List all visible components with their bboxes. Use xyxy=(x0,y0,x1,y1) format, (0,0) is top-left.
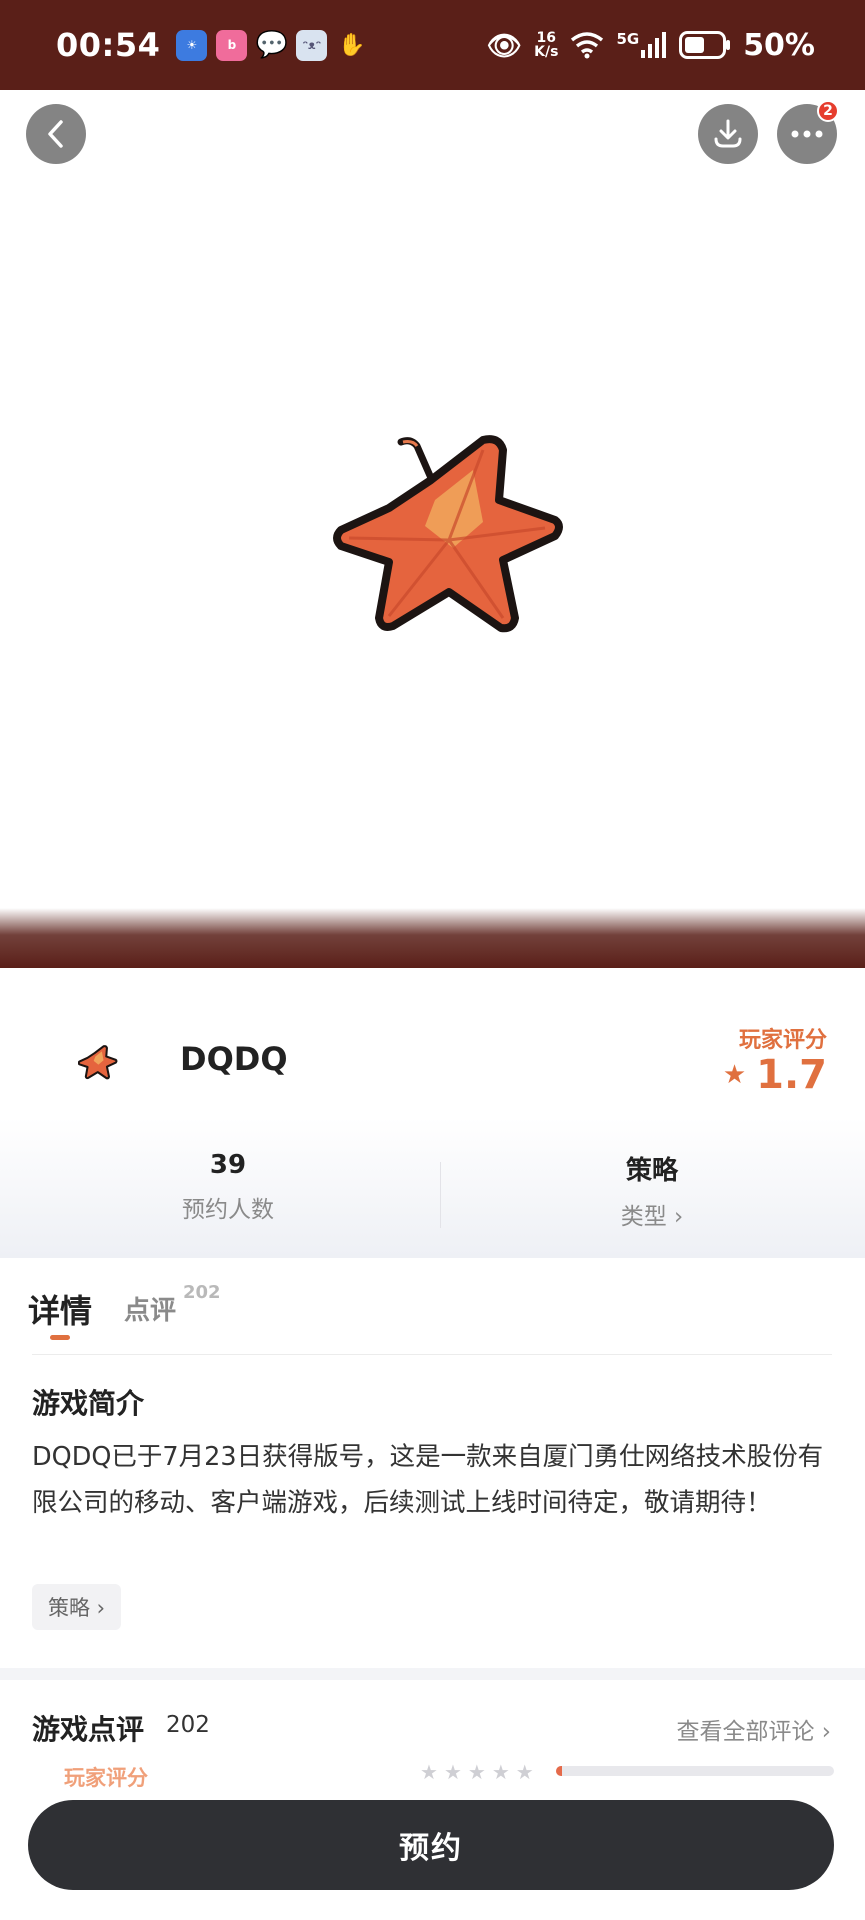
tab-reviews-count: 202 xyxy=(183,1282,221,1303)
reservations-count: 39 xyxy=(209,1150,247,1180)
status-app-icons: ☀ b 💬 ᵔᴥᵔ ✋ xyxy=(176,29,367,61)
genre-value: 策略 xyxy=(625,1156,678,1186)
reservations-label: 预约人数 xyxy=(182,1197,274,1223)
intro-text: DQDQ已于7月23日获得版号，这是一款来自厦门勇仕网络技术股份有限公司的移动、… xyxy=(32,1442,824,1518)
hero-fade xyxy=(0,908,865,968)
signal-icon xyxy=(641,32,667,58)
five-star-row: ★ ★ ★ ★ ★ xyxy=(420,1760,534,1784)
bilibili-app-icon: b xyxy=(216,29,248,61)
star-icon: ★ xyxy=(491,1760,510,1784)
back-button[interactable] xyxy=(26,104,86,164)
reservations-stat: 39 预约人数 xyxy=(78,1150,378,1224)
player-rating: ★ 1.7 xyxy=(723,1052,827,1098)
chevron-left-icon xyxy=(48,120,63,148)
star-icon: ★ xyxy=(722,1060,747,1090)
battery-percent: 50% xyxy=(743,27,815,63)
battery-icon xyxy=(679,31,731,59)
hero-banner xyxy=(0,90,865,968)
reviews-title: 游戏点评 xyxy=(32,1713,145,1746)
player-rating-label: 玩家评分 xyxy=(738,1028,827,1053)
genre-label: 类型 › xyxy=(620,1204,684,1230)
network-type: 5G xyxy=(616,29,640,48)
star-icon: ★ xyxy=(467,1760,486,1784)
weather-app-icon: ☀ xyxy=(176,29,208,61)
reviews-count: 202 xyxy=(166,1712,210,1738)
status-indicators: 👁 16 K/s 5G 50% xyxy=(487,28,815,63)
net-speed-unit: K/s xyxy=(534,44,559,60)
tab-divider xyxy=(32,1354,832,1355)
intro-title: 游戏简介 xyxy=(32,1387,145,1420)
active-tab-indicator xyxy=(50,1335,70,1340)
player-rating-value: 1.7 xyxy=(756,1052,827,1098)
star-icon: ★ xyxy=(420,1760,438,1784)
more-button[interactable]: 2 xyxy=(777,100,839,164)
game-icon xyxy=(78,1045,118,1080)
cat-app-icon: ᵔᴥᵔ xyxy=(296,29,328,61)
tab-reviews[interactable]: 点评 xyxy=(124,1290,176,1327)
status-bar: 00:54 ☀ b 💬 ᵔᴥᵔ ✋ 👁 16 K/s 5G 50% xyxy=(0,0,865,90)
message-icon: 💬 xyxy=(255,30,289,60)
download-button[interactable] xyxy=(698,104,758,164)
eye-icon: 👁 xyxy=(486,28,523,62)
tab-details[interactable]: 详情 xyxy=(28,1286,92,1332)
stats-divider xyxy=(440,1162,441,1228)
reserve-button[interactable]: 预约 xyxy=(28,1800,834,1890)
star-icon: ★ xyxy=(515,1760,534,1784)
maple-leaf-icon xyxy=(333,435,563,633)
net-speed: 16 K/s xyxy=(534,31,558,59)
reviews-player-rating-label: 玩家评分 xyxy=(64,1766,148,1790)
genre-stat[interactable]: 策略 类型 › xyxy=(502,1150,802,1231)
status-time: 00:54 xyxy=(56,26,161,64)
wifi-icon xyxy=(571,32,604,59)
game-title: DQDQ xyxy=(180,1040,288,1078)
genre-tag[interactable]: 策略 › xyxy=(32,1584,122,1630)
hand-icon: ✋ xyxy=(338,32,366,58)
star-icon: ★ xyxy=(443,1760,462,1784)
download-icon xyxy=(714,119,742,148)
section-separator xyxy=(0,1668,865,1680)
notification-badge: 2 xyxy=(817,100,839,122)
five-star-bar-fill xyxy=(556,1766,562,1776)
more-dots-icon xyxy=(791,130,823,138)
five-star-bar xyxy=(556,1766,834,1776)
see-all-reviews-link[interactable]: 查看全部评论 › xyxy=(676,1712,831,1746)
